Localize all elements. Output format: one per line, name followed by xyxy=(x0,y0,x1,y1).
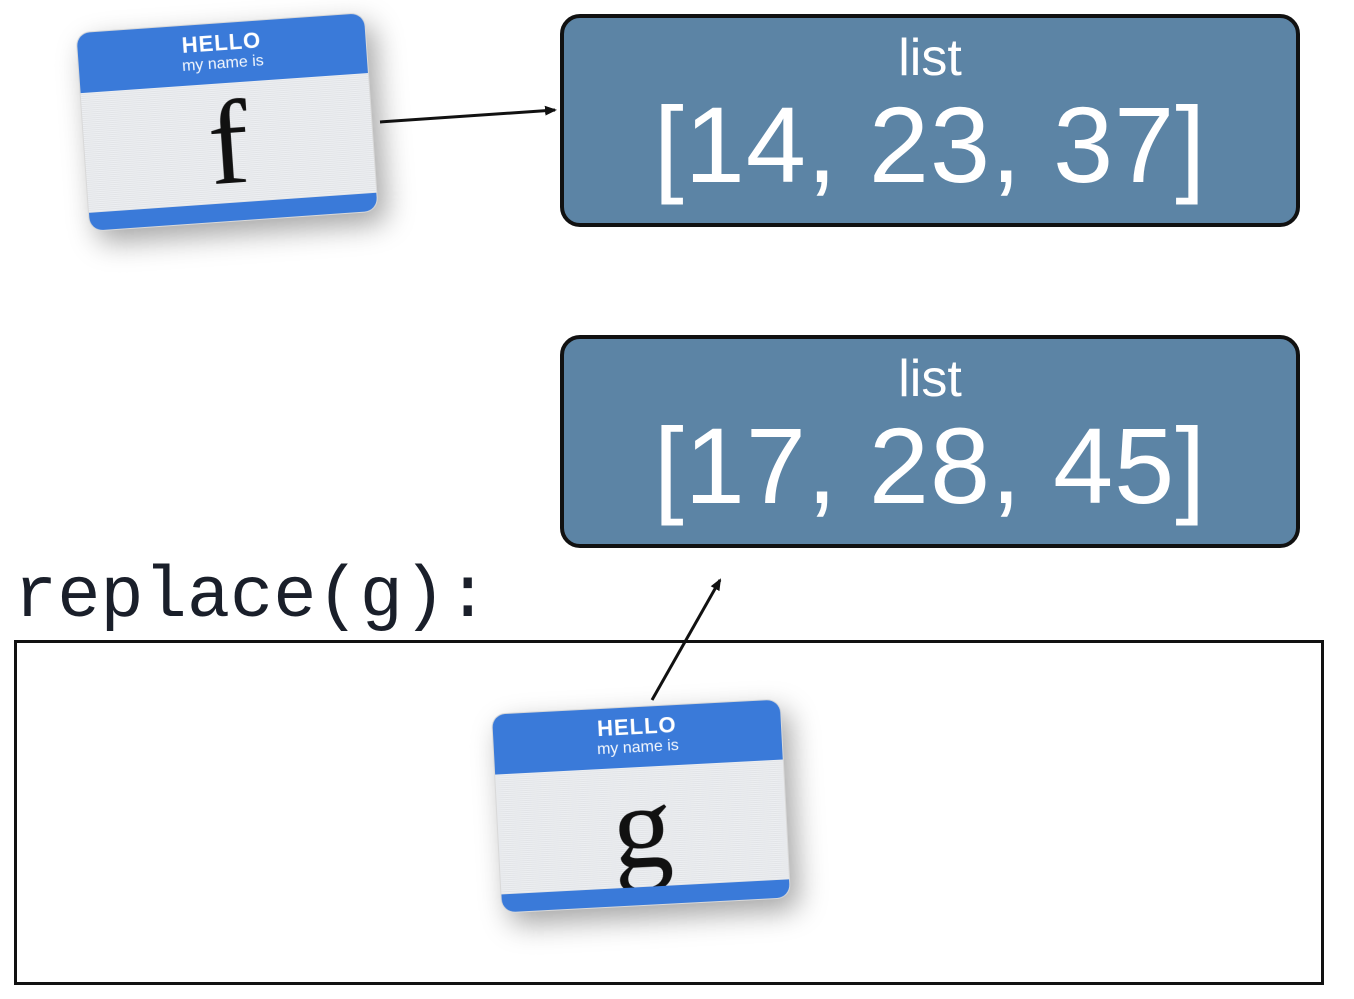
list-box-2-value: [17, 28, 45] xyxy=(594,409,1266,522)
list-box-1: list [14, 23, 37] xyxy=(560,14,1300,227)
list-box-2: list [17, 28, 45] xyxy=(560,335,1300,548)
diagram-canvas: list [14, 23, 37] list [17, 28, 45] HELL… xyxy=(0,0,1354,999)
nametag-f-letter: f xyxy=(204,82,252,204)
list-box-2-type: list xyxy=(594,349,1266,409)
function-signature: replace(g): xyxy=(14,556,489,638)
nametag-g: HELLO my name is g xyxy=(491,699,791,914)
list-box-1-type: list xyxy=(594,28,1266,88)
nametag-g-letter: g xyxy=(609,765,675,888)
list-box-1-value: [14, 23, 37] xyxy=(594,88,1266,201)
nametag-f: HELLO my name is f xyxy=(75,12,378,232)
arrow-f-to-list1 xyxy=(380,110,555,122)
